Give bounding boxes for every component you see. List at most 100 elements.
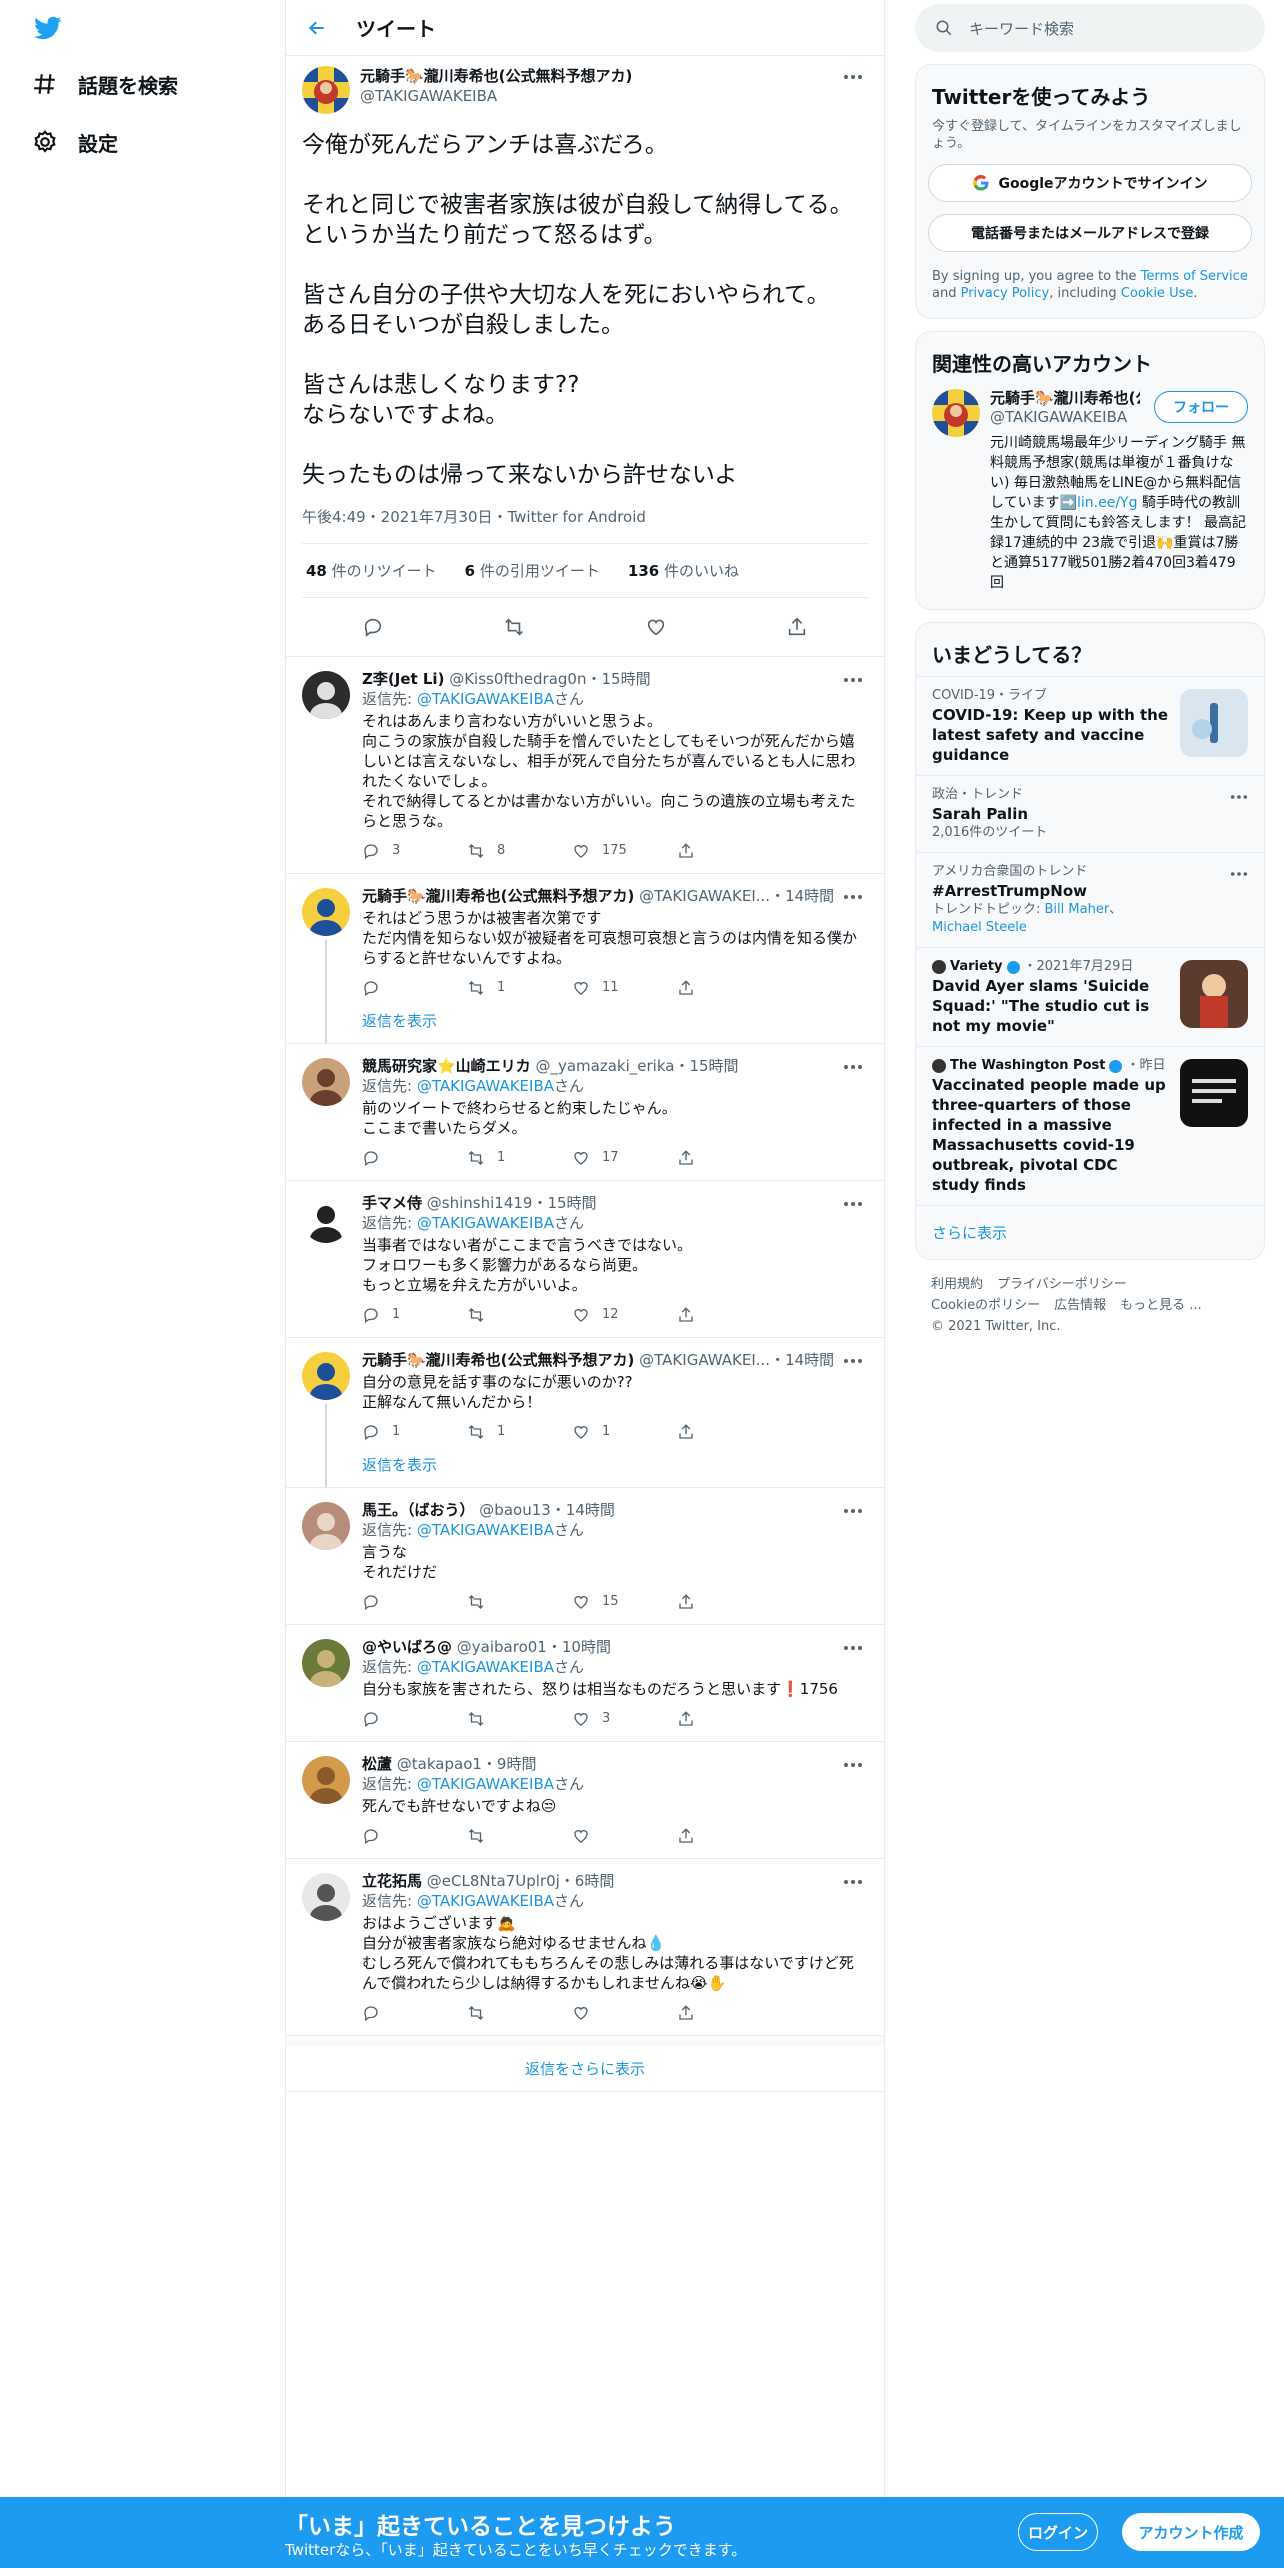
quotes-stat[interactable]: 6 件の引用ツイート bbox=[465, 560, 600, 581]
more-options-button[interactable] bbox=[1230, 865, 1248, 883]
mention-link[interactable]: @TAKIGAWAKEIBA bbox=[417, 690, 554, 708]
like-button[interactable]: 175 bbox=[572, 841, 677, 861]
retweet-button[interactable] bbox=[467, 1593, 572, 1611]
footer-link[interactable]: 利用規約 bbox=[931, 1277, 983, 1292]
more-options-button[interactable] bbox=[838, 1871, 868, 1893]
reply-time[interactable]: ・14時間 bbox=[770, 1351, 834, 1369]
footer-link[interactable]: プライバシーポリシー bbox=[997, 1277, 1127, 1292]
nav-settings[interactable]: 設定 bbox=[32, 122, 118, 162]
reply-time[interactable]: ・15時間 bbox=[674, 1057, 738, 1075]
reply-author-handle[interactable]: @shinshi1419 bbox=[427, 1194, 533, 1212]
reply-icon[interactable] bbox=[362, 616, 384, 638]
avatar[interactable] bbox=[302, 888, 350, 936]
reply-author-name[interactable]: 元騎手🐎瀧川寿希也(公式無料予想アカ) bbox=[362, 887, 634, 905]
trend-item[interactable]: 政治・トレンド Sarah Palin 2,016件のツイート bbox=[916, 775, 1264, 852]
like-button[interactable]: 3 bbox=[572, 1709, 677, 1729]
reply-author-name[interactable]: 馬王。（ばおう） bbox=[362, 1501, 475, 1519]
like-button[interactable] bbox=[572, 1827, 677, 1845]
reply-author-handle[interactable]: @takapao1 bbox=[397, 1755, 482, 1773]
author-handle[interactable]: @TAKIGAWAKEIBA bbox=[360, 87, 497, 105]
reply-author-handle[interactable]: @_yamazaki_erika bbox=[535, 1057, 674, 1075]
share-button[interactable] bbox=[677, 1710, 782, 1728]
mention-link[interactable]: @TAKIGAWAKEIBA bbox=[417, 1658, 554, 1676]
reply-time[interactable]: ・9時間 bbox=[482, 1755, 537, 1773]
like-button[interactable]: 1 bbox=[572, 1422, 677, 1442]
reply-button[interactable] bbox=[362, 1149, 467, 1167]
like-button[interactable]: 15 bbox=[572, 1592, 677, 1612]
reply-tweet[interactable]: 松蘆 @takapao1・9時間 返信先: @TAKIGAWAKEIBAさん 死んで… bbox=[286, 1742, 884, 1859]
more-options-button[interactable] bbox=[838, 1350, 868, 1372]
share-button[interactable] bbox=[677, 842, 782, 860]
reply-author-handle[interactable]: @TAKIGAWAKEI... bbox=[639, 887, 770, 905]
more-options-button[interactable] bbox=[1230, 788, 1248, 806]
show-replies-link[interactable]: 返信を表示 bbox=[362, 1010, 868, 1031]
reply-tweet[interactable]: 馬王。（ばおう） @baou13・14時間 返信先: @TAKIGAWAKEIBA… bbox=[286, 1488, 884, 1625]
retweets-stat[interactable]: 48 件のリツイート bbox=[306, 560, 437, 581]
retweet-button[interactable] bbox=[467, 2004, 572, 2022]
trend-item[interactable]: COVID-19・ライブ COVID-19: Keep up with the l… bbox=[916, 676, 1264, 775]
follow-button[interactable]: フォロー bbox=[1154, 391, 1248, 423]
avatar[interactable] bbox=[302, 1352, 350, 1400]
reply-time[interactable]: ・15時間 bbox=[532, 1194, 596, 1212]
author-name[interactable]: 元騎手🐎瀧川寿希也(公式無料予想アカ) bbox=[360, 66, 632, 86]
like-button[interactable]: 11 bbox=[572, 978, 677, 998]
avatar[interactable] bbox=[302, 1756, 350, 1804]
reply-author-name[interactable]: 元騎手🐎瀧川寿希也(公式無料予想アカ) bbox=[362, 1351, 634, 1369]
signup-button[interactable]: アカウント作成 bbox=[1122, 2513, 1260, 2551]
phone-signup-button[interactable]: 電話番号またはメールアドレスで登録 bbox=[928, 214, 1252, 252]
share-button[interactable] bbox=[677, 1827, 782, 1845]
reply-author-handle[interactable]: @eCL8Nta7Uplr0j bbox=[427, 1872, 560, 1890]
likes-stat[interactable]: 136 件のいいね bbox=[628, 560, 739, 581]
avatar[interactable] bbox=[302, 1195, 350, 1243]
share-icon[interactable] bbox=[786, 616, 808, 638]
more-options-button[interactable] bbox=[838, 1637, 868, 1659]
mention-link[interactable]: @TAKIGAWAKEIBA bbox=[417, 1077, 554, 1095]
footer-link[interactable]: もっと見る ... bbox=[1120, 1298, 1202, 1313]
trends-show-more[interactable]: さらに表示 bbox=[916, 1205, 1264, 1259]
reply-author-name[interactable]: 手マメ侍 bbox=[362, 1194, 422, 1212]
reply-author-handle[interactable]: @yaibaro01 bbox=[457, 1638, 547, 1656]
retweet-button[interactable] bbox=[467, 1827, 572, 1845]
back-button[interactable] bbox=[300, 11, 334, 45]
reply-button[interactable]: 1 bbox=[362, 1422, 467, 1442]
footer-link[interactable]: 広告情報 bbox=[1054, 1298, 1106, 1313]
retweet-button[interactable] bbox=[467, 1306, 572, 1324]
avatar[interactable] bbox=[302, 1058, 350, 1106]
retweet-button[interactable]: 1 bbox=[467, 1422, 572, 1442]
reply-button[interactable]: 3 bbox=[362, 841, 467, 861]
reply-tweet[interactable]: 立花拓馬 @eCL8Nta7Uplr0j・6時間 返信先: @TAKIGAWAKE… bbox=[286, 1859, 884, 2036]
cookie-link[interactable]: Cookie Use bbox=[1121, 286, 1194, 301]
related-account[interactable]: 元騎手🐎瀧川寿希也(公式無料予想アカ) @TAKIGAWAKEIBA 元川崎競馬… bbox=[916, 385, 1264, 609]
reply-author-name[interactable]: 競馬研究家⭐山崎エリカ bbox=[362, 1057, 531, 1075]
mention-link[interactable]: @TAKIGAWAKEIBA bbox=[417, 1214, 554, 1232]
privacy-link[interactable]: Privacy Policy bbox=[961, 286, 1050, 301]
avatar[interactable] bbox=[302, 1873, 350, 1921]
avatar[interactable] bbox=[302, 671, 350, 719]
avatar[interactable] bbox=[302, 1502, 350, 1550]
mention-link[interactable]: @TAKIGAWAKEIBA bbox=[417, 1892, 554, 1910]
more-options-button[interactable] bbox=[838, 669, 868, 691]
reply-author-name[interactable]: Z李(Jet Li) bbox=[362, 670, 444, 688]
show-replies-link[interactable]: 返信を表示 bbox=[362, 1454, 868, 1475]
more-options-button[interactable] bbox=[838, 1193, 868, 1215]
retweet-button[interactable]: 8 bbox=[467, 841, 572, 861]
more-options-button[interactable] bbox=[838, 1754, 868, 1776]
like-button[interactable] bbox=[572, 2004, 677, 2022]
reply-author-name[interactable]: 松蘆 bbox=[362, 1755, 392, 1773]
reply-button[interactable]: 1 bbox=[362, 1305, 467, 1325]
terms-link[interactable]: Terms of Service bbox=[1141, 269, 1248, 284]
trend-item[interactable]: The Washington Post ・昨日 Vaccinated people … bbox=[916, 1046, 1264, 1205]
more-options-button[interactable] bbox=[838, 66, 868, 88]
retweet-button[interactable]: 1 bbox=[467, 1148, 572, 1168]
reply-button[interactable] bbox=[362, 1710, 467, 1728]
mention-link[interactable]: @TAKIGAWAKEIBA bbox=[417, 1775, 554, 1793]
twitter-logo-icon[interactable] bbox=[32, 14, 64, 42]
more-options-button[interactable] bbox=[838, 1056, 868, 1078]
reply-time[interactable]: ・14時間 bbox=[770, 887, 834, 905]
trend-topic-link[interactable]: Michael Steele bbox=[932, 920, 1027, 935]
like-button[interactable]: 17 bbox=[572, 1148, 677, 1168]
trend-item[interactable]: Variety ・2021年7月29日 David Ayer slams 'Suic… bbox=[916, 947, 1264, 1046]
retweet-button[interactable]: 1 bbox=[467, 978, 572, 998]
reply-time[interactable]: ・6時間 bbox=[560, 1872, 615, 1890]
trend-topic-link[interactable]: Bill Maher bbox=[1045, 902, 1110, 917]
